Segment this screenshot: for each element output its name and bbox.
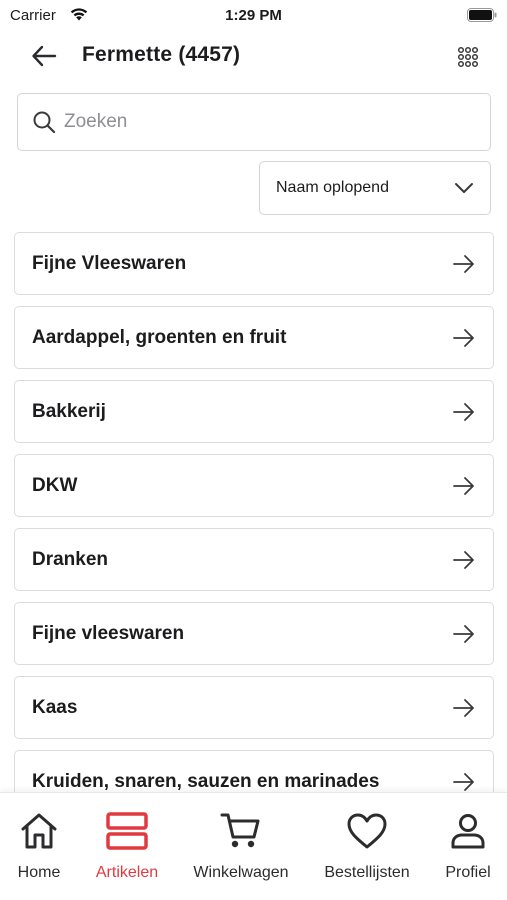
articles-icon — [105, 811, 149, 851]
tab-label: Winkelwagen — [193, 864, 289, 881]
category-label: DKW — [32, 474, 78, 496]
sort-selected-label: Naam oplopend — [276, 179, 389, 196]
category-label: Dranken — [32, 548, 109, 570]
profile-icon — [449, 811, 487, 851]
page-title: Fermette (4457) — [82, 43, 241, 66]
category-item[interactable]: Kaas — [14, 676, 494, 739]
header: Fermette (4457) — [0, 30, 507, 80]
search-input[interactable] — [64, 111, 464, 133]
arrow-right-icon — [453, 254, 474, 273]
category-label: Kaas — [32, 696, 78, 718]
tab-label: Home — [17, 864, 61, 881]
arrow-right-icon — [453, 698, 474, 717]
back-button[interactable] — [28, 40, 60, 72]
tab-winkelwagen[interactable]: Winkelwagen — [186, 793, 296, 900]
category-label: Fijne Vleeswaren — [32, 252, 187, 274]
search-icon — [33, 111, 56, 134]
cart-icon — [220, 811, 262, 851]
tab-label: Bestellijsten — [324, 864, 410, 881]
category-item[interactable]: Fijne Vleeswaren — [14, 232, 494, 295]
sort-dropdown[interactable]: Naam oplopend — [259, 161, 491, 215]
category-item[interactable]: Aardappel, groenten en fruit — [14, 306, 494, 369]
search-box[interactable] — [17, 93, 491, 151]
chevron-down-icon — [455, 183, 473, 193]
category-item[interactable]: Fijne vleeswaren — [14, 602, 494, 665]
grid-icon — [457, 46, 479, 68]
arrow-right-icon — [453, 402, 474, 421]
tab-home[interactable]: Home — [8, 793, 70, 900]
arrow-right-icon — [453, 476, 474, 495]
arrow-right-icon — [453, 550, 474, 569]
category-item[interactable]: DKW — [14, 454, 494, 517]
category-item[interactable]: Bakkerij — [14, 380, 494, 443]
heart-icon — [346, 811, 388, 851]
category-label: Bakkerij — [32, 400, 106, 422]
arrow-left-icon — [32, 45, 57, 67]
category-label: Aardappel, groenten en fruit — [32, 326, 287, 348]
tab-artikelen[interactable]: Artikelen — [88, 793, 166, 900]
status-bar: Carrier 1:29 PM — [0, 0, 507, 30]
tab-profiel[interactable]: Profiel — [438, 793, 498, 900]
tab-bestellijsten[interactable]: Bestellijsten — [316, 793, 418, 900]
tab-bar: Home Artikelen Winkelwagen Bestellijsten — [0, 792, 507, 900]
category-label: Fijne vleeswaren — [32, 622, 185, 644]
category-label: Kruiden, snaren, sauzen en marinades — [32, 770, 380, 792]
category-list: Fijne Vleeswaren Aardappel, groenten en … — [14, 232, 494, 824]
battery-icon — [467, 8, 497, 22]
arrow-right-icon — [453, 328, 474, 347]
arrow-right-icon — [453, 624, 474, 643]
tab-label: Artikelen — [95, 864, 159, 881]
arrow-right-icon — [453, 772, 474, 791]
grid-view-button[interactable] — [453, 42, 483, 72]
home-icon — [19, 811, 59, 851]
category-item[interactable]: Dranken — [14, 528, 494, 591]
clock: 1:29 PM — [225, 7, 282, 24]
tab-label: Profiel — [445, 864, 491, 881]
